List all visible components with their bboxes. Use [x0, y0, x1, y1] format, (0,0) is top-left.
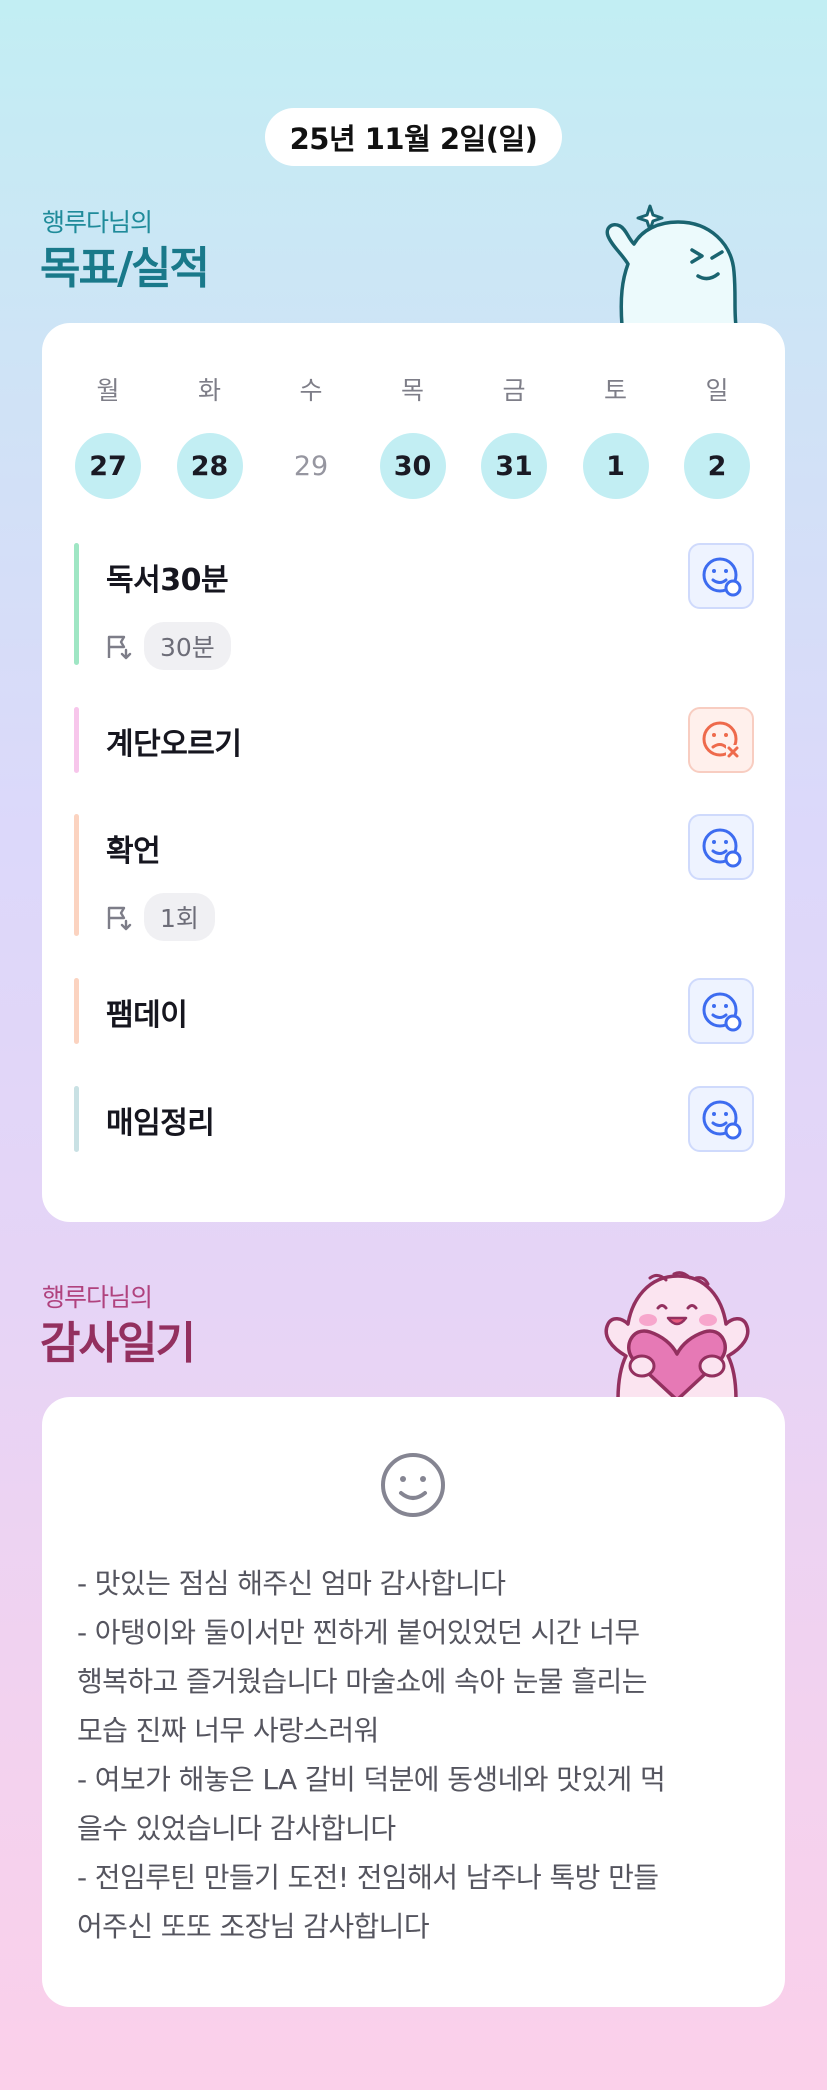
- thanks-line: 어주신 또또 조장님 감사합니다: [77, 1910, 430, 1943]
- habit-name: 팸데이: [106, 998, 188, 1033]
- habit-color-bar: [74, 707, 79, 773]
- thanks-line: - 전임루틴 만들기 도전! 전임해서 남주나 톡방 만들: [77, 1861, 659, 1894]
- day-name-sun: 일: [705, 376, 729, 405]
- habit-color-bar: [74, 1086, 79, 1152]
- thanks-line: 모습 진짜 너무 사랑스러워: [77, 1714, 379, 1747]
- thanks-diary-card[interactable]: - 맛있는 점심 해주신 엄마 감사합니다 - 아탱이와 둘이서만 찐하게 붙어…: [42, 1397, 785, 2007]
- day-name-tue: 화: [197, 376, 221, 405]
- goals-section-title: 목표/실적: [40, 243, 210, 294]
- status-fail-button[interactable]: [688, 707, 754, 773]
- day-button-30[interactable]: 30: [379, 433, 446, 499]
- thanks-line: 행복하고 즐거웠습니다 마술쇼에 속아 눈물 흘리는: [77, 1665, 647, 1698]
- mascot-cheering-icon: [605, 204, 738, 326]
- day-name-thu: 목: [400, 376, 424, 405]
- habit-color-bar: [74, 814, 79, 936]
- day-button-2[interactable]: 2: [684, 433, 750, 499]
- smile-check-icon: [702, 1100, 742, 1140]
- thanks-line: - 여보가 해놓은 LA 갈비 덕분에 동생네와 맛있게 먹: [77, 1763, 666, 1796]
- goals-card: 월 화 수 목 금 토 일 27 28 29 30 31 1 2 독서30분 3…: [42, 323, 785, 1222]
- smile-face-icon: [381, 1453, 445, 1517]
- habit-item-affirmation[interactable]: 확언 1회: [74, 814, 754, 941]
- mascot-heart-icon: [604, 1271, 750, 1400]
- status-success-button[interactable]: [688, 978, 754, 1044]
- habit-name: 매임정리: [106, 1106, 215, 1141]
- habit-goal-chip: 1회: [144, 893, 215, 941]
- habit-item-family-day[interactable]: 팸데이: [74, 978, 754, 1044]
- thanks-section-title: 감사일기: [40, 1318, 196, 1369]
- week-calendar: 월 화 수 목 금 토 일 27 28 29 30 31 1 2: [42, 371, 785, 499]
- habit-color-bar: [74, 978, 79, 1044]
- smile-check-icon: [702, 557, 742, 597]
- day-name-fri: 금: [502, 376, 526, 405]
- habit-color-bar: [74, 543, 79, 665]
- day-button-1[interactable]: 1: [582, 433, 649, 499]
- habit-name: 확언: [106, 834, 161, 869]
- status-success-button[interactable]: [688, 814, 754, 880]
- day-name-wed: 수: [299, 376, 323, 405]
- thanks-diary-text: - 맛있는 점심 해주신 엄마 감사합니다 - 아탱이와 둘이서만 찐하게 붙어…: [77, 1559, 767, 1951]
- status-success-button[interactable]: [688, 543, 754, 609]
- sad-x-icon: [702, 721, 740, 759]
- day-button-31[interactable]: 31: [481, 433, 547, 499]
- day-name-mon: 월: [96, 376, 120, 405]
- status-success-button[interactable]: [688, 1086, 754, 1152]
- habit-item-reading[interactable]: 독서30분 30분: [74, 543, 754, 670]
- habit-name: 계단오르기: [106, 727, 242, 762]
- day-button-28[interactable]: 28: [176, 433, 243, 499]
- thanks-line: - 아탱이와 둘이서만 찐하게 붙어있었던 시간 너무: [77, 1616, 640, 1649]
- date-header[interactable]: 25년 11월 2일(일): [265, 108, 562, 166]
- thanks-line: - 맛있는 점심 해주신 엄마 감사합니다: [77, 1567, 506, 1600]
- goal-flag-icon: [107, 906, 132, 931]
- day-button-29[interactable]: 29: [278, 433, 344, 499]
- day-name-sat: 토: [603, 376, 627, 405]
- goal-flag-icon: [107, 635, 132, 660]
- habit-goal-chip: 30분: [144, 622, 231, 670]
- habit-item-tidying[interactable]: 매임정리: [74, 1086, 754, 1152]
- thanks-line: 을수 있었습니다 감사합니다: [77, 1812, 396, 1845]
- habit-item-stairs[interactable]: 계단오르기: [74, 707, 754, 773]
- smile-check-icon: [702, 828, 742, 868]
- habit-name: 독서30분: [106, 563, 229, 598]
- smile-check-icon: [702, 992, 742, 1032]
- day-button-27[interactable]: 27: [75, 433, 141, 499]
